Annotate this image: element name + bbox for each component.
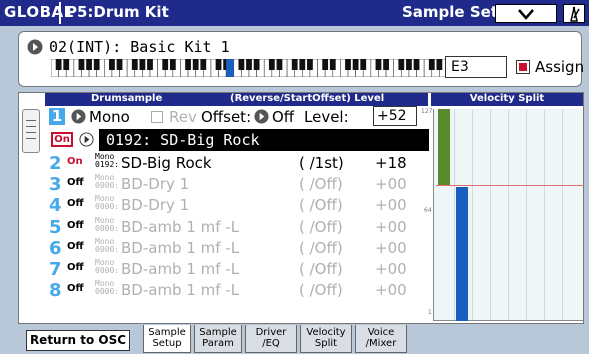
drumsample-row[interactable]: 7 Off Mono 0000: BD-amb 1 mf -L ( /Off) +00 bbox=[49, 258, 429, 281]
drumsample-state[interactable]: Off bbox=[67, 283, 84, 294]
drumsample-1-on-toggle[interactable]: On bbox=[51, 132, 73, 147]
drumsample-level[interactable]: +00 bbox=[375, 281, 407, 299]
level-field[interactable]: +52 bbox=[373, 106, 417, 126]
page-menu-button[interactable] bbox=[495, 4, 557, 23]
offset-label: Offset: bbox=[201, 108, 252, 126]
drumsample-state[interactable]: Off bbox=[67, 220, 84, 231]
mono-stereo-value[interactable]: Mono bbox=[89, 108, 130, 126]
velocity-split-header: Velocity Split bbox=[431, 93, 583, 106]
drumsample-number: 7 bbox=[49, 259, 62, 280]
assign-label: Assign bbox=[535, 58, 585, 76]
drumsample-row[interactable]: 6 Off Mono 0000: BD-amb 1 mf -L ( /Off) +00 bbox=[49, 236, 429, 259]
assign-checkbox[interactable] bbox=[516, 60, 530, 74]
drumsample-mode: Mono 0192: bbox=[95, 152, 120, 169]
tab-velocity-split[interactable]: Velocity Split bbox=[300, 325, 352, 353]
title-bar: GLOBAL P5:Drum Kit Sample Setup bbox=[0, 0, 589, 26]
mode-label: GLOBAL bbox=[4, 3, 74, 21]
drumsample-level[interactable]: +00 bbox=[375, 260, 407, 278]
drumsample-1-settings: 1 Mono Rev Offset: Off Level: +52 bbox=[49, 106, 429, 127]
drumsample-panel: Drumsample (Reverse/StartOffset) Level V… bbox=[18, 92, 584, 324]
drumsample-name[interactable]: SD-Big Rock bbox=[121, 154, 212, 172]
drumsample-number: 1 bbox=[49, 108, 65, 125]
drumsample-name[interactable]: BD-amb 1 mf -L bbox=[121, 260, 239, 278]
drumsample-number: 3 bbox=[49, 174, 62, 196]
drumsample-name[interactable]: BD-amb 1 mf -L bbox=[121, 218, 239, 236]
drumsample-row[interactable]: 2 On Mono 0192: SD-Big Rock ( /1st) +18 bbox=[49, 152, 429, 175]
drumsample-offset: ( /Off) bbox=[299, 196, 343, 215]
velocity-max-label: 127 bbox=[421, 108, 433, 115]
kit-panel: 02(INT): Basic Kit 1 E3 Assign bbox=[18, 31, 585, 87]
drumsample-row[interactable]: 4 Off Mono 0000: BD-Dry 1 ( /Off) +00 bbox=[49, 194, 429, 217]
metronome-icon bbox=[570, 6, 580, 22]
return-to-osc-button[interactable]: Return to OSC bbox=[26, 330, 130, 351]
offset-value[interactable]: Off bbox=[272, 108, 294, 126]
kit-select-arrow-icon[interactable] bbox=[27, 39, 43, 55]
drumsample-row[interactable]: 3 Off Mono 0000: BD-Dry 1 ( /Off) +00 bbox=[49, 173, 429, 196]
drumsample-row[interactable]: 5 Off Mono 0000: BD-amb 1 mf -L ( /Off) +00 bbox=[49, 215, 429, 238]
drumsample-mode: Mono 0000: bbox=[95, 258, 120, 275]
drumsample-offset: ( /1st) bbox=[299, 154, 344, 172]
velocity-bar-1[interactable] bbox=[438, 109, 450, 185]
drumsample-number: 5 bbox=[49, 216, 62, 238]
drumsample-name[interactable]: BD-Dry 1 bbox=[121, 196, 189, 214]
key-field[interactable]: E3 bbox=[445, 56, 507, 78]
drumsample-mode: Mono 0000: bbox=[95, 279, 120, 297]
header-divider bbox=[59, 2, 61, 24]
mode-select-arrow-icon[interactable] bbox=[71, 109, 86, 124]
tab-sample-param[interactable]: Sample Param bbox=[194, 325, 242, 353]
drumsample-name[interactable]: BD-amb 1 mf -L bbox=[121, 239, 239, 257]
drumsample-mode: Mono 0000: bbox=[95, 236, 120, 254]
drumsample-state[interactable]: Off bbox=[67, 241, 84, 252]
level-label: Level: bbox=[304, 108, 349, 126]
velocity-split-graph: 127 64 1 bbox=[421, 108, 584, 321]
velocity-mid-label: 64 bbox=[424, 207, 432, 214]
drumsample-number: 2 bbox=[49, 153, 62, 174]
page-title: P5:Drum Kit bbox=[66, 3, 169, 21]
drumsample-number: 6 bbox=[49, 237, 62, 259]
drumsample-state[interactable]: Off bbox=[67, 262, 84, 273]
drumsample-number: 8 bbox=[49, 280, 62, 302]
reverse-label: Rev bbox=[169, 108, 197, 126]
drumsample-number: 4 bbox=[49, 195, 62, 217]
drumsample-offset: ( /Off) bbox=[299, 281, 343, 300]
drumsample-state[interactable]: Off bbox=[67, 198, 84, 209]
drumsample-header: Drumsample (Reverse/StartOffset) Level bbox=[45, 93, 428, 106]
drumsample-mode: Mono 0000: bbox=[95, 215, 120, 233]
drumsample-offset: ( /Off) bbox=[299, 175, 343, 194]
drumsample-level[interactable]: +00 bbox=[375, 239, 407, 257]
keyboard-display[interactable] bbox=[51, 59, 447, 77]
drumsample-offset: ( /Off) bbox=[299, 260, 343, 278]
drumsample-name[interactable]: BD-Dry 1 bbox=[121, 175, 189, 193]
drumsample-mode: Mono 0000: bbox=[95, 173, 120, 191]
drumsample-1-sample-row: On 0192: SD-Big Rock bbox=[49, 129, 429, 151]
drumsample-offset: ( /Off) bbox=[299, 238, 343, 257]
reverse-checkbox[interactable] bbox=[151, 111, 163, 123]
drumsample-level[interactable]: +18 bbox=[375, 154, 407, 172]
tab-sample-setup[interactable]: Sample Setup bbox=[143, 325, 191, 353]
chevron-down-icon bbox=[518, 9, 534, 20]
drumsample-name[interactable]: BD-amb 1 mf -L bbox=[121, 281, 239, 299]
drumsample-level[interactable]: +00 bbox=[375, 175, 407, 193]
drumsample-offset: ( /Off) bbox=[299, 217, 343, 236]
drumsample-state[interactable]: Off bbox=[67, 177, 84, 188]
metronome-button[interactable] bbox=[563, 4, 585, 23]
kit-name[interactable]: 02(INT): Basic Kit 1 bbox=[49, 38, 230, 56]
drumsample-col-label: Drumsample bbox=[91, 93, 163, 104]
tab-voice-mixer[interactable]: Voice/Mixer bbox=[355, 325, 407, 353]
velocity-min-label: 1 bbox=[428, 309, 432, 316]
drumsample-mode: Mono 0000: bbox=[95, 194, 120, 212]
drumsample-row[interactable]: 8 Off Mono 0000: BD-amb 1 mf -L ( /Off) +00 bbox=[49, 279, 429, 302]
tab-driver-eq[interactable]: Driver/EQ bbox=[245, 325, 297, 353]
drumsample-level[interactable]: +00 bbox=[375, 196, 407, 214]
sample-select-field[interactable]: 0192: SD-Big Rock bbox=[99, 129, 429, 151]
scroll-handle[interactable] bbox=[22, 109, 40, 153]
velocity-bar-2[interactable] bbox=[456, 187, 468, 321]
drumsample-state[interactable]: On bbox=[67, 156, 83, 167]
velocity-split-line[interactable] bbox=[436, 185, 584, 186]
drumsample-level[interactable]: +00 bbox=[375, 218, 407, 236]
sample-select-arrow-icon[interactable] bbox=[79, 132, 94, 147]
offset-select-arrow-icon[interactable] bbox=[254, 109, 269, 124]
reverse-level-col-label: (Reverse/StartOffset) Level bbox=[230, 93, 385, 104]
